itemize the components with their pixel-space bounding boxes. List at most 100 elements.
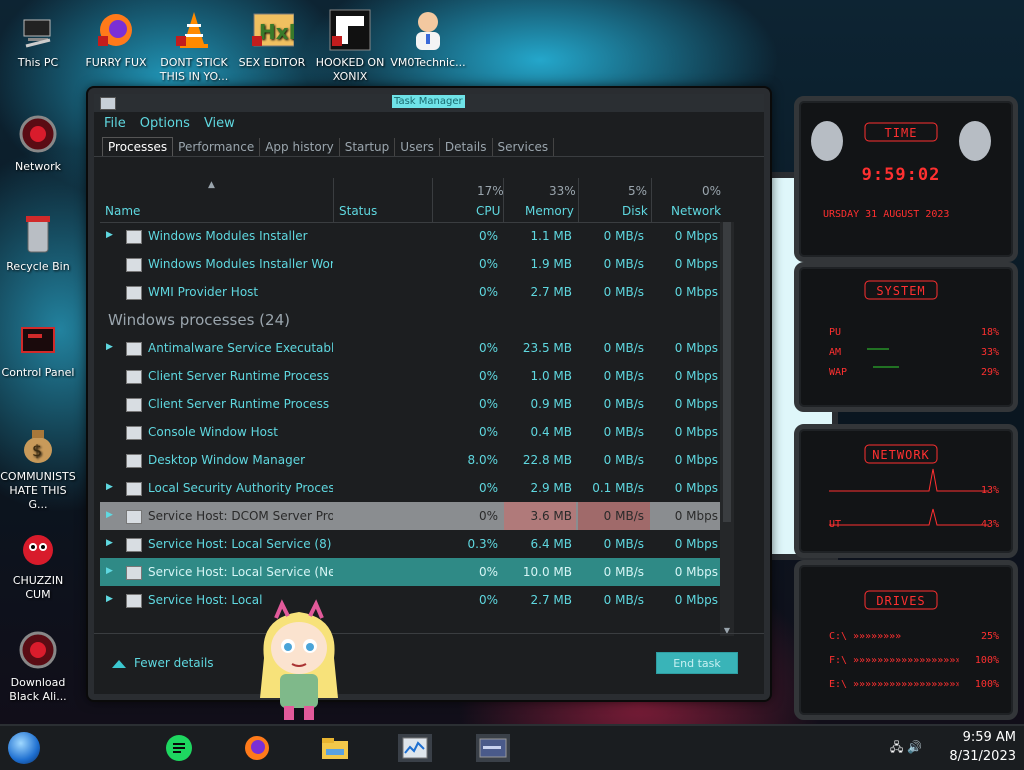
desktop-icon-chuzzin[interactable]: CHUZZIN CUM [0,526,76,602]
expand-chevron-icon[interactable]: ▶ [106,510,113,520]
expand-chevron-icon[interactable]: ▶ [106,566,113,576]
desktop-icon-this-pc[interactable]: This PC [0,8,76,70]
desktop-icon-recycle-bin[interactable]: Recycle Bin [0,212,76,274]
column-divider[interactable] [432,178,433,222]
taskbar-file-explorer-icon[interactable] [320,734,350,762]
process-disk: 0 MB/s [603,257,644,271]
process-name: Desktop Window Manager [148,453,306,467]
expand-chevron-icon[interactable]: ▶ [106,594,113,604]
process-memory: 1.1 MB [530,229,572,243]
process-memory: 1.9 MB [530,257,572,271]
tab-startup[interactable]: Startup [340,138,396,156]
process-row[interactable]: ▶ Service Host: DCOM Server Proc... 0% 3.6 … [100,502,720,530]
date-display: URSDAY 31 AUGUST 2023 [823,209,950,220]
process-icon [126,594,142,608]
desktop-icon-label: FURRY FUX [85,56,147,69]
desktop-icon-communists[interactable]: $ COMMUNISTS HATE THIS G... [0,422,76,512]
process-row[interactable]: ▶ Local Security Authority Process 0% 2.9 M… [100,474,720,502]
process-cpu: 0% [478,229,498,243]
desktop-icon-control-panel[interactable]: Control Panel [0,318,76,380]
process-row[interactable]: ▶ Windows Modules Installer 0% 1.1 MB 0 MB/s… [100,222,720,250]
process-row[interactable]: Desktop Window Manager 8.0% 22.8 MB 0 MB/s 0… [100,446,720,474]
process-icon [126,258,142,272]
taskbar-task-manager-icon[interactable] [398,734,432,762]
tab-performance[interactable]: Performance [173,138,261,156]
column-divider[interactable] [651,178,652,222]
process-memory: 1.0 MB [530,369,572,383]
svg-text:$: $ [32,441,42,460]
network-tray-icon[interactable]: 🖧 [890,740,903,754]
column-divider[interactable] [333,178,334,222]
start-button[interactable] [8,732,40,764]
process-row[interactable]: Windows Modules Installer Wor... 0% 1.9 MB… [100,250,720,278]
tab-users[interactable]: Users [395,138,440,156]
system-widget: SYSTEM PU 18% AM 33% WAP 29% [794,262,1018,412]
process-list: ▶ Windows Modules Installer 0% 1.1 MB 0 MB/s… [100,222,720,618]
expand-chevron-icon[interactable]: ▶ [106,482,113,492]
tab-details[interactable]: Details [440,138,493,156]
desktop-icon-vm0technic[interactable]: VM0Technic... [390,8,466,70]
desktop-icon-download-black-ali[interactable]: Download Black Ali... [0,628,76,704]
column-divider[interactable] [578,178,579,222]
taskbar-firefox-icon[interactable] [242,734,272,762]
taskbar-green-app-icon[interactable] [164,734,194,762]
scrollbar-thumb[interactable] [723,222,731,522]
title-bar[interactable]: Task Manager [94,94,764,112]
menu-file[interactable]: File [104,116,126,131]
process-row[interactable]: ▶ Service Host: Local 0% 2.7 MB 0 MB/s 0 Mbps [100,586,720,614]
process-name: Client Server Runtime Process [148,369,330,383]
menu-view[interactable]: View [204,116,235,131]
menu-options[interactable]: Options [140,116,190,131]
widget-row-label: AM [829,347,842,358]
end-task-button[interactable]: End task [656,652,738,674]
desktop-icon-dont-stick[interactable]: DONT STICK THIS IN YO... [156,8,232,84]
tab-app-history[interactable]: App history [260,138,340,156]
taskbar-clock[interactable]: 9:59 AM 8/31/2023 [949,728,1016,766]
taskbar-time: 9:59 AM [962,730,1016,745]
process-network: 0 Mbps [674,397,718,411]
process-row[interactable]: Console Window Host 0% 0.4 MB 0 MB/s 0 Mbps [100,418,720,446]
desktop-icon-hooked-on-xonix[interactable]: HOOKED ON XONIX [312,8,388,84]
money-bag-icon: $ [16,422,60,466]
disk-total-percent: 5% [628,184,648,198]
expand-chevron-icon[interactable]: ▶ [106,538,113,548]
process-cpu: 0.3% [467,537,499,551]
process-row[interactable]: ▶ Service Host: Local Service (Net... 0% 10… [100,558,720,586]
process-icon [126,230,142,244]
desktop-icon-label: VM0Technic... [390,56,466,69]
process-row[interactable]: ▶ Antimalware Service Executable 0% 23.5 MB… [100,334,720,362]
desktop-icon-sex-editor[interactable]: HxD SEX EDITOR [234,8,310,70]
expand-chevron-icon[interactable]: ▶ [106,342,113,352]
column-name[interactable]: Name [105,204,140,218]
widget-row-value: 33% [980,347,999,358]
desktop-icon-label: This PC [17,56,59,69]
process-disk: 0.1 MB/s [592,481,644,495]
process-group-header[interactable]: Windows processes (24) [100,306,720,334]
column-status[interactable]: Status [339,204,377,218]
column-memory[interactable]: Memory [525,204,574,218]
taskbar-window-app-icon[interactable] [476,734,510,762]
vertical-scrollbar[interactable]: ▲ ▼ [720,222,734,636]
tab-processes[interactable]: Processes [102,137,174,156]
column-divider[interactable] [503,178,504,222]
desktop-icon-network[interactable]: Network [0,112,76,174]
process-row[interactable]: Client Server Runtime Process 0% 1.0 MB 0 M… [100,362,720,390]
system-tray-icons[interactable]: 🖧 🔊 [890,738,922,759]
process-cpu: 0% [478,565,498,579]
volume-icon[interactable]: 🔊 [907,740,922,754]
vlc-cone-icon [172,8,216,52]
process-disk: 0 MB/s [603,537,644,551]
column-cpu[interactable]: CPU [476,204,500,218]
process-icon [126,398,142,412]
desktop-icon-label: COMMUNISTS HATE THIS G... [0,470,76,511]
tab-services[interactable]: Services [493,138,555,156]
column-disk[interactable]: Disk [622,204,648,218]
process-row[interactable]: Client Server Runtime Process 0% 0.9 MB 0 M… [100,390,720,418]
task-manager-window[interactable]: Task Manager File Options View Processes… [88,88,770,700]
fewer-details-button[interactable]: Fewer details [112,656,214,670]
column-network[interactable]: Network [671,204,721,218]
process-row[interactable]: ▶ Service Host: Local Service (8) 0.3% 6.4 … [100,530,720,558]
desktop-icon-furry-fux[interactable]: FURRY FUX [78,8,154,70]
process-row[interactable]: WMI Provider Host 0% 2.7 MB 0 MB/s 0 Mbps [100,278,720,306]
expand-chevron-icon[interactable]: ▶ [106,230,113,240]
